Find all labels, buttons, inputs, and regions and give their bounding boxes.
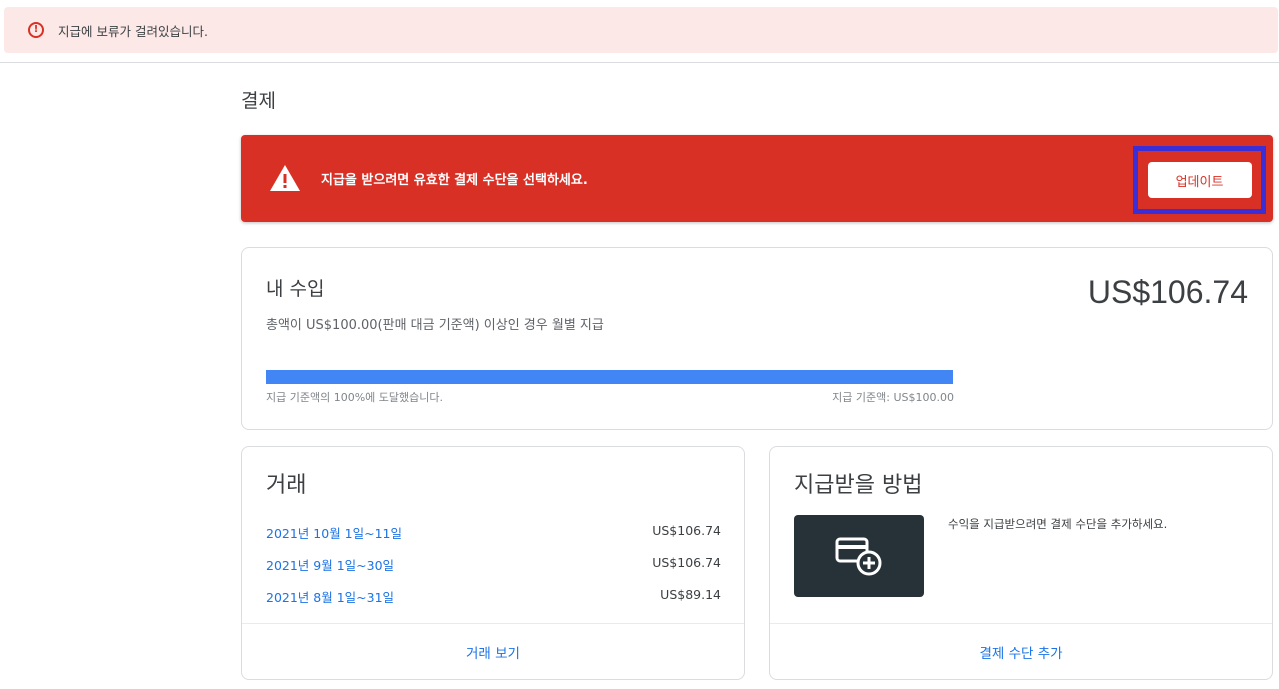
- payment-hold-banner: ! 지급에 보류가 걸려있습니다.: [4, 7, 1278, 53]
- transaction-amount: US$106.74: [652, 555, 721, 570]
- hold-banner-text: 지급에 보류가 걸려있습니다.: [58, 23, 208, 39]
- alert-message: 지급을 받으려면 유효한 결제 수단을 선택하세요.: [321, 173, 588, 188]
- progress-fill: [266, 370, 953, 384]
- page-title: 결제: [241, 90, 276, 112]
- transaction-amount: US$106.74: [652, 523, 721, 538]
- payment-method-card: 지급받을 방법 수익을 지급받으려면 결제 수단을 추가하세요. 결제 수단 추…: [769, 446, 1273, 680]
- table-row: 2021년 9월 1일~30일 US$106.74: [266, 555, 721, 574]
- table-row: 2021년 8월 1일~31일 US$89.14: [266, 587, 721, 606]
- transactions-title: 거래: [266, 473, 307, 498]
- payment-method-title: 지급받을 방법: [794, 473, 923, 498]
- transaction-amount: US$89.14: [660, 587, 721, 602]
- transaction-period-link[interactable]: 2021년 10월 1일~11일: [266, 523, 402, 542]
- error-outline-icon: !: [28, 22, 44, 38]
- update-button[interactable]: 업데이트: [1147, 162, 1252, 198]
- progress-status-text: 지급 기준액의 100%에 도달했습니다.: [266, 391, 443, 404]
- update-button-highlight: 업데이트: [1133, 146, 1266, 214]
- payment-method-thumbnail: [794, 515, 924, 597]
- transaction-period-link[interactable]: 2021년 8월 1일~31일: [266, 587, 394, 606]
- table-row: 2021년 10월 1일~11일 US$106.74: [266, 523, 721, 542]
- add-payment-method-link[interactable]: 결제 수단 추가: [770, 624, 1272, 680]
- earnings-amount: US$106.74: [1087, 274, 1248, 310]
- transaction-period-link[interactable]: 2021년 9월 1일~30일: [266, 555, 394, 574]
- payment-threshold-progress: [266, 370, 953, 384]
- add-card-icon: [835, 537, 882, 576]
- payment-method-description: 수익을 지급받으려면 결제 수단을 추가하세요.: [948, 517, 1168, 531]
- progress-threshold-text: 지급 기준액: US$100.00: [832, 391, 954, 404]
- earnings-card: 내 수입 US$106.74 총액이 US$100.00(판매 대금 기준액) …: [241, 247, 1273, 430]
- earnings-description: 총액이 US$100.00(판매 대금 기준액) 이상인 경우 월별 지급: [266, 318, 604, 333]
- earnings-title: 내 수입: [266, 278, 325, 300]
- transactions-card: 거래 2021년 10월 1일~11일 US$106.74 2021년 9월 1…: [241, 446, 745, 680]
- payment-method-alert: 지급을 받으려면 유효한 결제 수단을 선택하세요. 업데이트: [241, 135, 1273, 222]
- warning-triangle-icon: [270, 165, 300, 191]
- top-divider: [0, 62, 1279, 63]
- view-transactions-link[interactable]: 거래 보기: [242, 624, 744, 680]
